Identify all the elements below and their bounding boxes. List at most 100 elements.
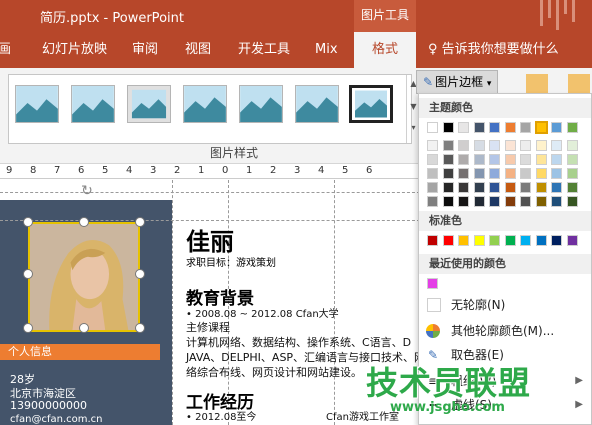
tab-format[interactable]: 格式 bbox=[354, 32, 416, 68]
weight-item[interactable]: ≡ 粗细(W) ▶ bbox=[419, 370, 591, 392]
color-swatch[interactable] bbox=[442, 235, 454, 246]
color-swatch[interactable] bbox=[489, 154, 500, 165]
color-swatch[interactable] bbox=[504, 154, 516, 165]
color-swatch[interactable] bbox=[427, 168, 438, 179]
color-swatch[interactable] bbox=[442, 182, 454, 193]
color-swatch[interactable] bbox=[551, 235, 562, 246]
color-swatch[interactable] bbox=[458, 235, 469, 246]
color-swatch[interactable] bbox=[473, 235, 485, 246]
tab-mix[interactable]: Mix bbox=[315, 32, 338, 68]
color-swatch[interactable] bbox=[427, 122, 438, 133]
resize-handle[interactable] bbox=[135, 269, 145, 279]
color-swatch[interactable] bbox=[520, 154, 531, 165]
color-swatch[interactable] bbox=[473, 122, 485, 133]
color-swatch[interactable] bbox=[520, 122, 531, 133]
color-swatch[interactable] bbox=[427, 140, 438, 151]
color-swatch[interactable] bbox=[504, 122, 516, 133]
color-swatch[interactable] bbox=[520, 140, 531, 151]
color-swatch[interactable] bbox=[520, 182, 531, 193]
work-line[interactable]: • 2012.08至今 bbox=[186, 410, 256, 425]
color-swatch[interactable] bbox=[520, 168, 531, 179]
color-swatch[interactable] bbox=[504, 196, 516, 207]
color-swatch[interactable] bbox=[489, 168, 500, 179]
color-swatch[interactable] bbox=[489, 196, 500, 207]
education-body[interactable]: JAVA、DELPHI、ASP、汇编语言与接口技术、网 bbox=[186, 350, 425, 366]
more-outline-colors-item[interactable]: 其他轮廓颜色(M)... bbox=[419, 320, 591, 342]
education-body[interactable]: 计算机网络、数据结构、操作系统、C语言、D bbox=[186, 335, 411, 351]
section-education-title[interactable]: 教育背景 bbox=[186, 284, 254, 309]
color-swatch[interactable] bbox=[442, 140, 454, 151]
color-swatch[interactable] bbox=[442, 196, 454, 207]
color-swatch[interactable] bbox=[535, 154, 547, 165]
ribbon-button-icon[interactable] bbox=[526, 74, 548, 94]
resize-handle[interactable] bbox=[23, 269, 33, 279]
tab-slide-show[interactable]: 幻灯片放映 bbox=[42, 32, 107, 68]
color-swatch[interactable] bbox=[551, 168, 562, 179]
color-swatch[interactable] bbox=[427, 235, 438, 246]
color-swatch[interactable] bbox=[551, 140, 562, 151]
picture-style-thumb-selected[interactable] bbox=[349, 85, 393, 123]
color-swatch[interactable] bbox=[551, 122, 562, 133]
color-swatch[interactable] bbox=[473, 182, 485, 193]
color-swatch[interactable] bbox=[473, 196, 485, 207]
resize-handle[interactable] bbox=[23, 217, 33, 227]
color-swatch[interactable] bbox=[427, 154, 438, 165]
resume-objective[interactable]: 求职目标：游戏策划 bbox=[186, 254, 276, 269]
color-swatch[interactable] bbox=[458, 182, 469, 193]
color-swatch[interactable] bbox=[458, 122, 469, 133]
picture-style-thumb[interactable] bbox=[295, 85, 339, 123]
color-swatch[interactable] bbox=[473, 168, 485, 179]
color-swatch[interactable] bbox=[473, 140, 485, 151]
color-swatch[interactable] bbox=[427, 196, 438, 207]
color-swatch[interactable] bbox=[489, 235, 500, 246]
tab-design[interactable]: 画 bbox=[0, 32, 11, 68]
work-company[interactable]: Cfan游戏工作室 bbox=[326, 410, 399, 425]
color-swatch[interactable] bbox=[427, 182, 438, 193]
picture-border-button[interactable]: ✎ 图片边框 ▾ bbox=[416, 70, 499, 94]
picture-style-thumb[interactable] bbox=[15, 85, 59, 123]
education-course-label[interactable]: 主修课程 bbox=[186, 320, 230, 336]
profile-photo[interactable] bbox=[28, 222, 140, 332]
resize-handle[interactable] bbox=[79, 323, 89, 333]
color-swatch[interactable] bbox=[504, 168, 516, 179]
picture-style-thumb[interactable] bbox=[71, 85, 115, 123]
color-swatch[interactable] bbox=[566, 122, 578, 133]
color-swatch[interactable] bbox=[442, 154, 454, 165]
color-swatch[interactable] bbox=[535, 168, 547, 179]
resize-handle[interactable] bbox=[79, 217, 89, 227]
resize-handle[interactable] bbox=[135, 323, 145, 333]
color-swatch[interactable] bbox=[458, 168, 469, 179]
color-swatch[interactable] bbox=[566, 168, 578, 179]
rotate-handle-icon[interactable]: ↻ bbox=[78, 183, 96, 199]
color-swatch[interactable] bbox=[458, 196, 469, 207]
color-swatch[interactable] bbox=[427, 278, 438, 289]
color-swatch[interactable] bbox=[489, 122, 500, 133]
picture-style-thumb[interactable] bbox=[239, 85, 283, 123]
resume-name[interactable]: 佳丽 bbox=[186, 222, 234, 257]
ribbon-button-icon[interactable] bbox=[568, 74, 590, 94]
tab-developer[interactable]: 开发工具 bbox=[238, 32, 290, 68]
picture-style-thumb[interactable] bbox=[183, 85, 227, 123]
dashes-item[interactable]: ┅ 虚线(S) ▶ bbox=[419, 394, 591, 416]
color-swatch[interactable] bbox=[551, 182, 562, 193]
color-swatch[interactable] bbox=[535, 182, 547, 193]
color-swatch[interactable] bbox=[489, 140, 500, 151]
color-swatch[interactable] bbox=[566, 235, 578, 246]
color-swatch[interactable] bbox=[535, 235, 547, 246]
tab-view[interactable]: 视图 bbox=[185, 32, 211, 68]
color-swatch[interactable] bbox=[489, 182, 500, 193]
color-swatch[interactable] bbox=[442, 168, 454, 179]
resize-handle[interactable] bbox=[23, 323, 33, 333]
color-swatch[interactable] bbox=[520, 196, 531, 207]
tell-me-search[interactable]: ♀ 告诉我你想要做什么 bbox=[428, 32, 559, 68]
color-swatch[interactable] bbox=[458, 154, 469, 165]
color-swatch[interactable] bbox=[504, 140, 516, 151]
color-swatch[interactable] bbox=[566, 154, 578, 165]
education-body[interactable]: 络综合布线、网页设计和网站建设。 bbox=[186, 365, 362, 381]
color-swatch[interactable] bbox=[566, 182, 578, 193]
color-swatch[interactable] bbox=[551, 154, 562, 165]
color-swatch[interactable] bbox=[504, 235, 516, 246]
eyedropper-item[interactable]: ✎ 取色器(E) bbox=[419, 344, 591, 366]
color-swatch[interactable] bbox=[504, 182, 516, 193]
color-swatch[interactable] bbox=[458, 140, 469, 151]
